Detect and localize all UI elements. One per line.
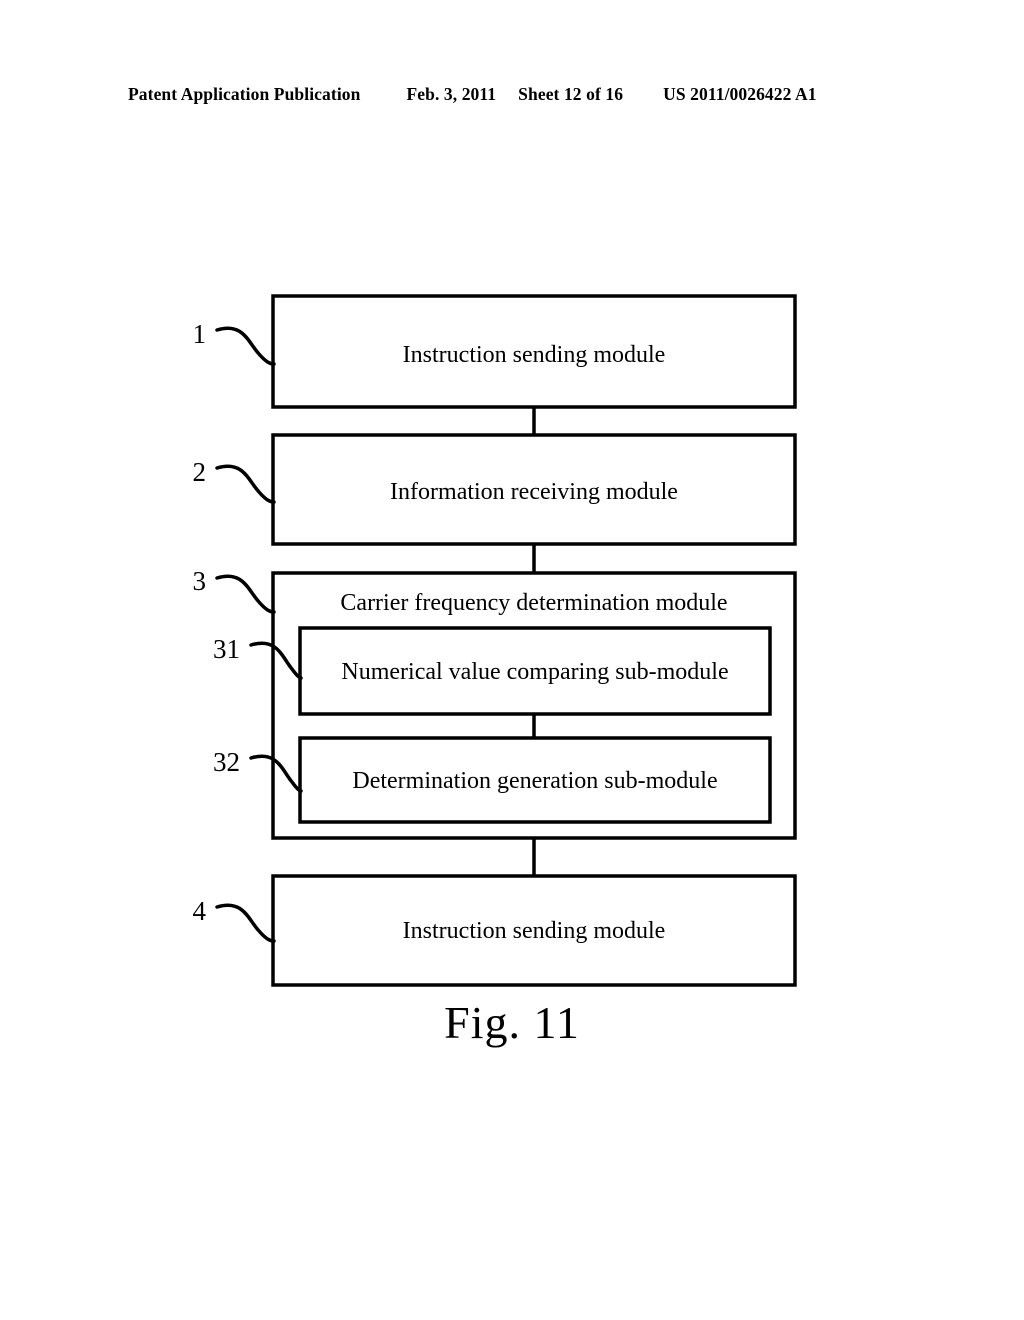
block-31-label: Numerical value comparing sub-module bbox=[341, 659, 729, 685]
leader-line-4 bbox=[215, 903, 276, 943]
figure-caption: Fig. 11 bbox=[444, 997, 580, 1048]
ref-numeral-4: 4 bbox=[192, 896, 207, 926]
leader-line-3 bbox=[215, 574, 276, 614]
leader-line-2 bbox=[215, 464, 276, 504]
leader-line-31 bbox=[249, 641, 303, 680]
ref-numeral-2: 2 bbox=[192, 457, 207, 487]
leader-line-1 bbox=[215, 326, 276, 366]
block-2-label: Information receiving module bbox=[390, 479, 678, 505]
block-32-label: Determination generation sub-module bbox=[352, 768, 718, 794]
ref-numeral-3: 3 bbox=[192, 566, 207, 596]
ref-numeral-1: 1 bbox=[192, 319, 207, 349]
leader-line-32 bbox=[249, 754, 303, 793]
block-1-label: Instruction sending module bbox=[402, 342, 666, 368]
block-3-label: Carrier frequency determination module bbox=[340, 590, 728, 616]
figure-11-diagram: 1 2 3 31 32 4 Instruction sending module… bbox=[0, 0, 1024, 1320]
ref-numeral-31: 31 bbox=[213, 634, 240, 664]
block-4-label: Instruction sending module bbox=[402, 918, 666, 944]
ref-numeral-32: 32 bbox=[213, 747, 240, 777]
